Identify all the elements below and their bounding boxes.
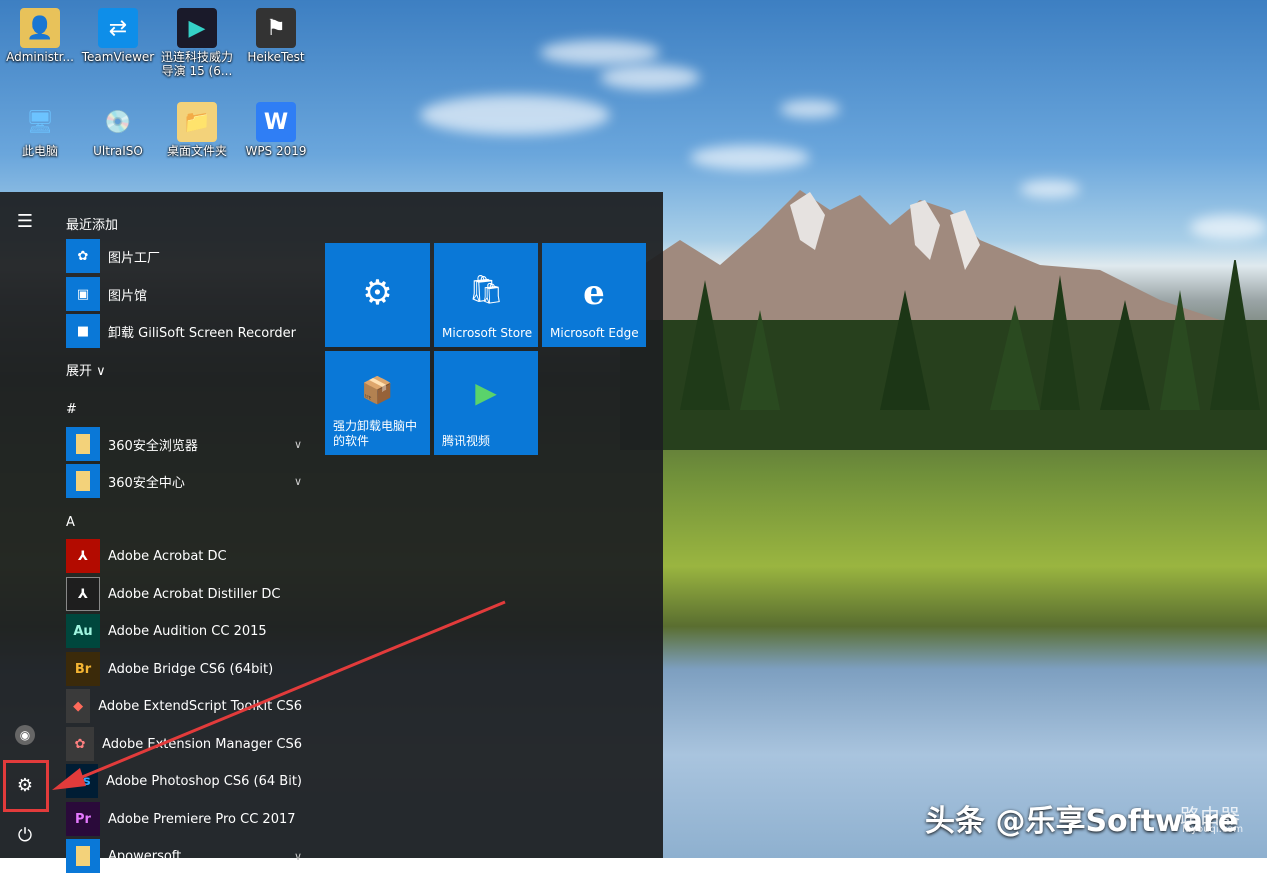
annotation-arrow [52,600,506,790]
watermark-url: luyouqi.com [1182,824,1244,835]
